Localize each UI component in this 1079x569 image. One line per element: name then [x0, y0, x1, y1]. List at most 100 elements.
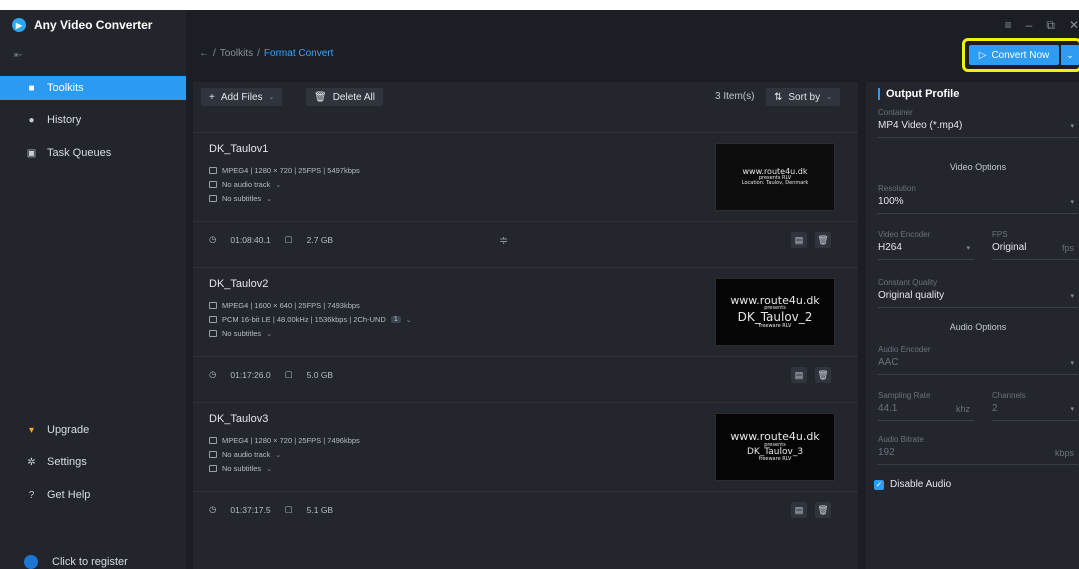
breadcrumb-toolkits[interactable]: Toolkits [220, 48, 253, 59]
video-thumbnail[interactable]: www.route4u.dk presents DK_Taulov_2 free… [715, 278, 835, 346]
delete-all-button[interactable]: 🗑 Delete All [306, 88, 383, 106]
subtitle-info[interactable]: No subtitles ⌄ [209, 194, 272, 203]
file-name: DK_Taulov1 [209, 143, 269, 155]
audio-info[interactable]: No audio track ⌄ [209, 450, 281, 459]
minimize-icon[interactable]: – [1026, 18, 1033, 33]
sidebar-item-get-help[interactable]: ? Get Help [0, 483, 186, 507]
add-files-button[interactable]: + Add Files ⌄ [201, 88, 283, 106]
sidebar: ▶ Any Video Converter ⇤ ■ Toolkits ● His… [0, 10, 186, 569]
sidebar-item-task-queues[interactable]: ▣ Task Queues [0, 141, 186, 165]
resolution-select[interactable]: 100% ▾ [878, 190, 1078, 214]
sort-icon: ⇅ [774, 91, 783, 103]
file-icon: ▢ [284, 234, 293, 244]
video-info: MPEG4 | 1280 × 720 | 25FPS | 7496kbps [209, 436, 360, 445]
restore-icon[interactable]: ⧉ [1046, 18, 1055, 33]
file-size: 5.0 GB [306, 369, 334, 380]
subtitle-info[interactable]: No subtitles ⌄ [209, 464, 272, 473]
convert-highlight: ▷ Convert Now ⌄ [962, 38, 1079, 72]
gear-icon: ✲ [27, 456, 36, 468]
register-link[interactable]: Click to register [24, 555, 128, 569]
edit-button[interactable]: ▤ [791, 232, 807, 248]
back-arrow-icon[interactable]: ← [199, 48, 209, 59]
file-card-footer: ◷ 01:17:26.0 ▢ 5.0 GB ▤ 🗑 [193, 356, 858, 396]
audio-info[interactable]: PCM 16-bit LE | 48.00kHz | 1536kbps | 2C… [209, 315, 412, 324]
convert-now-label: Convert Now [991, 49, 1050, 61]
breadcrumb-separator: / [213, 48, 216, 59]
file-card[interactable]: DK_Taulov2 MPEG4 | 1600 × 640 | 25FPS | … [193, 267, 858, 395]
drag-handle-icon[interactable]: ≑ [499, 234, 508, 247]
disable-audio-checkbox[interactable]: ✓ Disable Audio [874, 479, 951, 490]
sort-by-button[interactable]: ⇅ Sort by ⌄ [766, 88, 840, 106]
file-toolbar: + Add Files ⌄ 🗑 Delete All 3 Item(s) ⇅ S… [193, 82, 858, 112]
chevron-down-icon: ⌄ [266, 465, 273, 473]
duration: 01:37:17.5 [230, 504, 271, 515]
sidebar-item-settings[interactable]: ✲ Settings [0, 450, 186, 474]
video-encoder-value: H264 [878, 242, 902, 253]
file-card[interactable]: DK_Taulov1 MPEG4 | 1280 × 720 | 25FPS | … [193, 132, 858, 260]
file-stats: ◷ 01:37:17.5 ▢ 5.1 GB [209, 504, 333, 515]
video-info-text: MPEG4 | 1600 × 640 | 25FPS | 7493kbps [222, 301, 360, 310]
fps-select[interactable]: Original fps [992, 236, 1078, 260]
sidebar-item-label: History [47, 114, 82, 126]
sidebar-item-label: Upgrade [47, 424, 90, 436]
audio-bitrate-select: 192 kbps [878, 441, 1078, 465]
audio-icon [209, 316, 217, 323]
cart-icon: ▾ [28, 424, 35, 436]
app-title-text: Any Video Converter [34, 18, 153, 32]
edit-button[interactable]: ▤ [791, 367, 807, 383]
add-files-label: Add Files [220, 91, 263, 103]
audio-info-text: No audio track [222, 450, 271, 459]
items-count: 3 Item(s) [715, 91, 755, 102]
close-icon[interactable]: ✕ [1069, 18, 1079, 33]
file-stats: ◷ 01:08:40.1 ▢ 2.7 GB [209, 234, 333, 245]
file-size: 5.1 GB [306, 504, 334, 515]
audio-bitrate-value: 192 [878, 447, 895, 458]
sidebar-item-upgrade[interactable]: ▾ Upgrade [0, 418, 186, 442]
sidebar-item-label: Get Help [47, 489, 91, 501]
sidebar-item-history[interactable]: ● History [0, 108, 186, 132]
delete-button[interactable]: 🗑 [815, 367, 831, 383]
thumb-line: freeware RLV [758, 456, 792, 463]
sidebar-item-toolkits[interactable]: ■ Toolkits [0, 76, 186, 100]
subtitle-info-text: No subtitles [222, 329, 262, 338]
video-thumbnail[interactable]: www.route4u.dk presents RLV Location: Ta… [715, 143, 835, 211]
chevron-down-icon[interactable]: ⌄ [269, 93, 275, 101]
video-thumbnail[interactable]: www.route4u.dk presents DK_Taulov_3 free… [715, 413, 835, 481]
file-size: 2.7 GB [306, 234, 334, 245]
delete-button[interactable]: 🗑 [815, 502, 831, 518]
video-info-text: MPEG4 | 1280 × 720 | 25FPS | 5497kbps [222, 166, 360, 175]
fps-value: Original [992, 242, 1027, 253]
duration: 01:17:26.0 [230, 369, 271, 380]
breadcrumb-current: Format Convert [263, 48, 334, 59]
subtitle-icon [209, 330, 217, 337]
clock-icon: ◷ [209, 504, 217, 514]
convert-now-button[interactable]: ▷ Convert Now [969, 45, 1059, 65]
channels-value: 2 [992, 403, 998, 414]
menu-icon[interactable]: ≡ [1005, 18, 1012, 33]
convert-options-chevron-icon[interactable]: ⌄ [1061, 45, 1079, 65]
plus-icon: + [209, 91, 215, 103]
audio-info[interactable]: No audio track ⌄ [209, 180, 281, 189]
breadcrumb-separator: / [257, 48, 260, 59]
checkbox-checked-icon: ✓ [874, 479, 884, 490]
help-icon: ? [28, 489, 35, 501]
edit-icon: ▤ [794, 504, 804, 515]
quality-select[interactable]: Original quality ▾ [878, 284, 1078, 308]
container-select[interactable]: MP4 Video (*.mp4) ▾ [878, 114, 1078, 138]
collapse-sidebar-icon[interactable]: ⇤ [14, 50, 22, 61]
edit-button[interactable]: ▤ [791, 502, 807, 518]
subtitle-info[interactable]: No subtitles ⌄ [209, 329, 272, 338]
trash-icon: 🗑 [817, 369, 829, 380]
file-card[interactable]: DK_Taulov3 MPEG4 | 1280 × 720 | 25FPS | … [193, 402, 858, 530]
file-icon: ▢ [284, 504, 293, 514]
thumb-line: freeware RLV [758, 323, 792, 330]
file-card-footer: ◷ 01:08:40.1 ▢ 2.7 GB ≑ ▤ 🗑 [193, 221, 858, 261]
delete-button[interactable]: 🗑 [815, 232, 831, 248]
video-encoder-select[interactable]: H264 ▾ [878, 236, 974, 260]
channels-select: 2 ▾ [992, 397, 1078, 421]
audio-info-text: No audio track [222, 180, 271, 189]
chevron-down-icon: ⌄ [275, 181, 282, 189]
audio-encoder-value: AAC [878, 357, 899, 368]
video-info-text: MPEG4 | 1280 × 720 | 25FPS | 7496kbps [222, 436, 360, 445]
file-icon: ▢ [284, 369, 293, 379]
